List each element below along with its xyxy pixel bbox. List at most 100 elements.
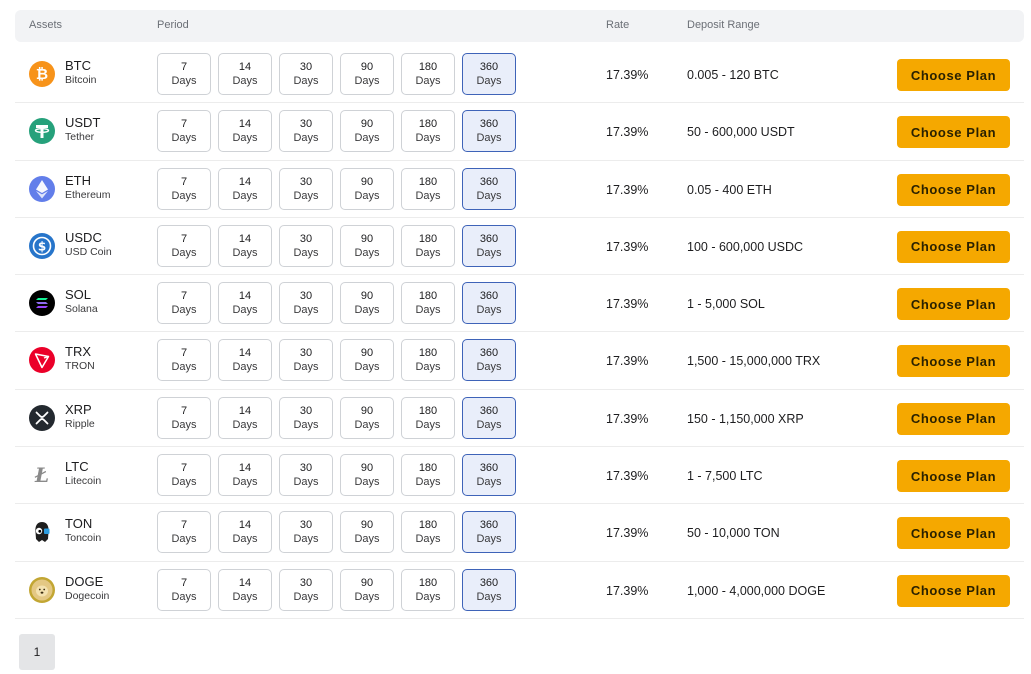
period-option-30[interactable]: 30 Days	[279, 110, 333, 153]
rate-value: 17.39%	[606, 182, 649, 197]
period-option-90[interactable]: 90 Days	[340, 396, 394, 439]
choose-plan-button[interactable]: Choose Plan	[897, 517, 1010, 550]
period-option-30[interactable]: 30 Days	[279, 224, 333, 267]
period-option-14[interactable]: 14 Days	[218, 396, 272, 439]
choose-plan-button[interactable]: Choose Plan	[897, 460, 1010, 493]
period-unit: Days	[415, 533, 441, 546]
period-option-90[interactable]: 90 Days	[340, 224, 394, 267]
period-option-90[interactable]: 90 Days	[340, 568, 394, 611]
period-option-180[interactable]: 180 Days	[401, 511, 455, 554]
period-unit: Days	[293, 533, 319, 546]
period-option-180[interactable]: 180 Days	[401, 110, 455, 153]
period-option-30[interactable]: 30 Days	[279, 167, 333, 210]
period-option-180[interactable]: 180 Days	[401, 454, 455, 497]
period-option-90[interactable]: 90 Days	[340, 53, 394, 95]
period-unit: Days	[415, 75, 441, 87]
period-option-14[interactable]: 14 Days	[218, 339, 272, 382]
period-option-30[interactable]: 30 Days	[279, 339, 333, 382]
asset-name: Tether	[65, 131, 95, 144]
period-option-180[interactable]: 180 Days	[401, 339, 455, 382]
period-option-14[interactable]: 14 Days	[218, 454, 272, 497]
period-unit: Days	[476, 189, 502, 202]
choose-plan-button[interactable]: Choose Plan	[897, 59, 1010, 91]
period-option-7[interactable]: 7 Days	[157, 568, 211, 611]
period-value: 360	[479, 347, 499, 360]
period-option-7[interactable]: 7 Days	[157, 224, 211, 267]
period-value: 90	[360, 118, 374, 131]
period-option-7[interactable]: 7 Days	[157, 339, 211, 382]
choose-plan-button[interactable]: Choose Plan	[897, 345, 1010, 378]
period-option-14[interactable]: 14 Days	[218, 110, 272, 153]
period-option-90[interactable]: 90 Days	[340, 167, 394, 210]
period-option-7[interactable]: 7 Days	[157, 282, 211, 325]
period-option-360[interactable]: 360 Days	[462, 339, 516, 382]
period-option-90[interactable]: 90 Days	[340, 454, 394, 497]
period-unit: Days	[171, 533, 197, 546]
period-option-14[interactable]: 14 Days	[218, 224, 272, 267]
period-option-360[interactable]: 360 Days	[462, 224, 516, 267]
rate-value: 17.39%	[606, 239, 649, 254]
choose-plan-button[interactable]: Choose Plan	[897, 116, 1010, 149]
choose-plan-button[interactable]: Choose Plan	[897, 230, 1010, 263]
tether-icon	[29, 118, 55, 145]
period-unit: Days	[293, 75, 319, 87]
asset-name: Dogecoin	[65, 589, 110, 602]
period-option-30[interactable]: 30 Days	[279, 568, 333, 611]
period-value: 14	[238, 175, 252, 188]
choose-plan-button[interactable]: Choose Plan	[897, 402, 1010, 435]
period-option-360[interactable]: 360 Days	[462, 568, 516, 611]
table-row: XRP Ripple 7 Days 14 Days 30 Days 90 Days 180 Days 3…	[15, 390, 1024, 448]
period-option-360[interactable]: 360 Days	[462, 167, 516, 210]
solana-icon	[29, 290, 55, 317]
period-option-360[interactable]: 360 Days	[462, 282, 516, 325]
deposit-range-value: 0.05 - 400 ETH	[687, 182, 772, 197]
period-option-30[interactable]: 30 Days	[279, 396, 333, 439]
period-option-14[interactable]: 14 Days	[218, 568, 272, 611]
period-option-180[interactable]: 180 Days	[401, 396, 455, 439]
period-option-90[interactable]: 90 Days	[340, 339, 394, 382]
period-option-30[interactable]: 30 Days	[279, 511, 333, 554]
period-option-360[interactable]: 360 Days	[462, 454, 516, 497]
asset-name: Solana	[65, 303, 98, 316]
period-value: 360	[479, 175, 499, 188]
period-option-180[interactable]: 180 Days	[401, 53, 455, 95]
page-button-current[interactable]: 1	[19, 634, 55, 670]
period-option-14[interactable]: 14 Days	[218, 53, 272, 95]
period-value: 180	[418, 576, 438, 589]
period-option-180[interactable]: 180 Days	[401, 568, 455, 611]
period-option-7[interactable]: 7 Days	[157, 53, 211, 95]
period-option-360[interactable]: 360 Days	[462, 110, 516, 153]
period-option-90[interactable]: 90 Days	[340, 110, 394, 153]
period-unit: Days	[354, 246, 380, 259]
period-option-7[interactable]: 7 Days	[157, 396, 211, 439]
period-option-30[interactable]: 30 Days	[279, 53, 333, 95]
period-value: 7	[180, 290, 188, 303]
period-option-180[interactable]: 180 Days	[401, 224, 455, 267]
period-unit: Days	[415, 246, 441, 259]
period-option-360[interactable]: 360 Days	[462, 53, 516, 95]
period-option-14[interactable]: 14 Days	[218, 167, 272, 210]
period-option-90[interactable]: 90 Days	[340, 511, 394, 554]
table-row: DOGE Dogecoin 7 Days 14 Days 30 Days 90 Days 180 Da…	[15, 562, 1024, 619]
period-option-90[interactable]: 90 Days	[340, 282, 394, 325]
period-unit: Days	[354, 304, 380, 317]
table-body: ₿ BTC Bitcoin 7 Days 14 Days 30 Days 90 Days 180 Day…	[15, 46, 1024, 619]
period-option-14[interactable]: 14 Days	[218, 511, 272, 554]
period-option-14[interactable]: 14 Days	[218, 282, 272, 325]
period-option-30[interactable]: 30 Days	[279, 454, 333, 497]
table-header: Assets Period Rate Deposit Range	[15, 10, 1024, 42]
asset-symbol: ETH	[65, 172, 91, 188]
choose-plan-button[interactable]: Choose Plan	[897, 173, 1010, 206]
period-option-7[interactable]: 7 Days	[157, 110, 211, 153]
period-option-7[interactable]: 7 Days	[157, 454, 211, 497]
period-value: 90	[360, 175, 374, 188]
period-option-360[interactable]: 360 Days	[462, 396, 516, 439]
period-option-360[interactable]: 360 Days	[462, 511, 516, 554]
period-option-180[interactable]: 180 Days	[401, 167, 455, 210]
choose-plan-button[interactable]: Choose Plan	[897, 288, 1010, 321]
period-option-7[interactable]: 7 Days	[157, 511, 211, 554]
period-option-7[interactable]: 7 Days	[157, 167, 211, 210]
period-option-30[interactable]: 30 Days	[279, 282, 333, 325]
choose-plan-button[interactable]: Choose Plan	[897, 574, 1010, 607]
period-option-180[interactable]: 180 Days	[401, 282, 455, 325]
